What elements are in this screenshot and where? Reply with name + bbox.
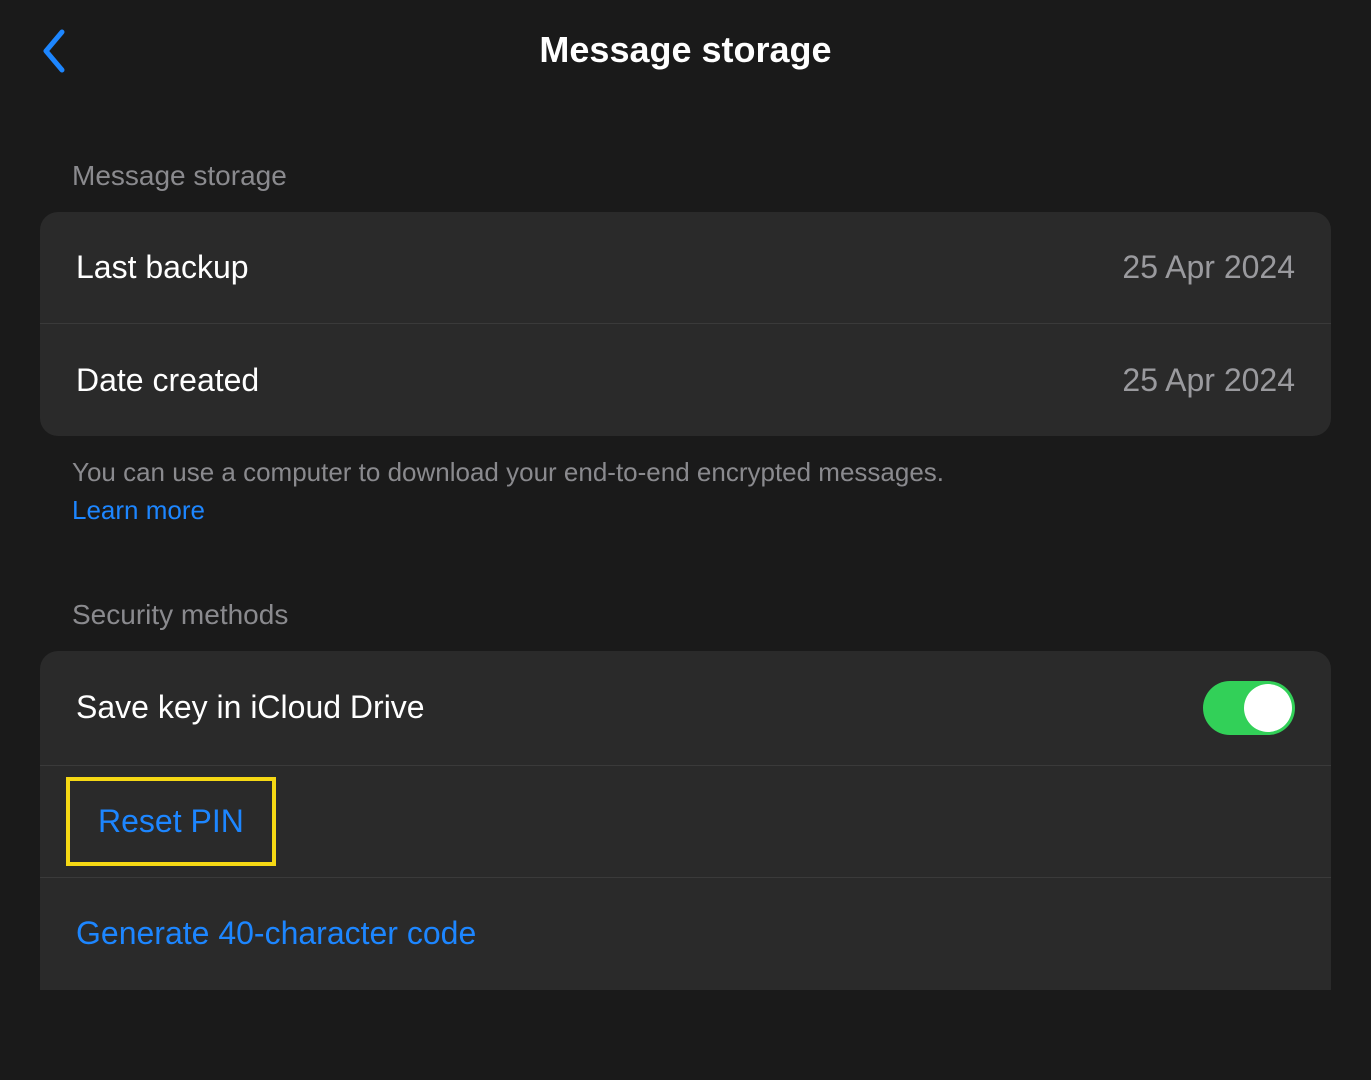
storage-card: Last backup 25 Apr 2024 Date created 25 … — [40, 212, 1331, 436]
icloud-row[interactable]: Save key in iCloud Drive — [40, 651, 1331, 766]
learn-more-link[interactable]: Learn more — [72, 492, 205, 528]
header-bar: Message storage — [0, 0, 1371, 100]
highlight-annotation: Reset PIN — [66, 777, 276, 866]
storage-footer-text: You can use a computer to download your … — [72, 457, 944, 487]
date-created-value: 25 Apr 2024 — [1122, 362, 1295, 399]
toggle-knob — [1244, 684, 1292, 732]
date-created-label: Date created — [76, 362, 259, 399]
icloud-label: Save key in iCloud Drive — [76, 689, 425, 726]
security-card: Save key in iCloud Drive Reset PIN Gener… — [40, 651, 1331, 990]
reset-pin-link[interactable]: Reset PIN — [98, 803, 244, 839]
last-backup-label: Last backup — [76, 249, 249, 286]
reset-pin-row[interactable]: Reset PIN — [40, 766, 1331, 878]
content-area: Message storage Last backup 25 Apr 2024 … — [0, 160, 1371, 990]
storage-section-header: Message storage — [40, 160, 1331, 192]
date-created-row[interactable]: Date created 25 Apr 2024 — [40, 324, 1331, 436]
storage-footer: You can use a computer to download your … — [40, 436, 1331, 529]
last-backup-value: 25 Apr 2024 — [1122, 249, 1295, 286]
generate-code-row[interactable]: Generate 40-character code — [40, 878, 1331, 990]
icloud-toggle[interactable] — [1203, 681, 1295, 735]
chevron-left-icon — [40, 28, 68, 74]
security-section-header: Security methods — [40, 599, 1331, 631]
generate-code-link[interactable]: Generate 40-character code — [76, 915, 476, 952]
last-backup-row[interactable]: Last backup 25 Apr 2024 — [40, 212, 1331, 324]
page-title: Message storage — [40, 29, 1331, 71]
back-button[interactable] — [40, 28, 68, 79]
